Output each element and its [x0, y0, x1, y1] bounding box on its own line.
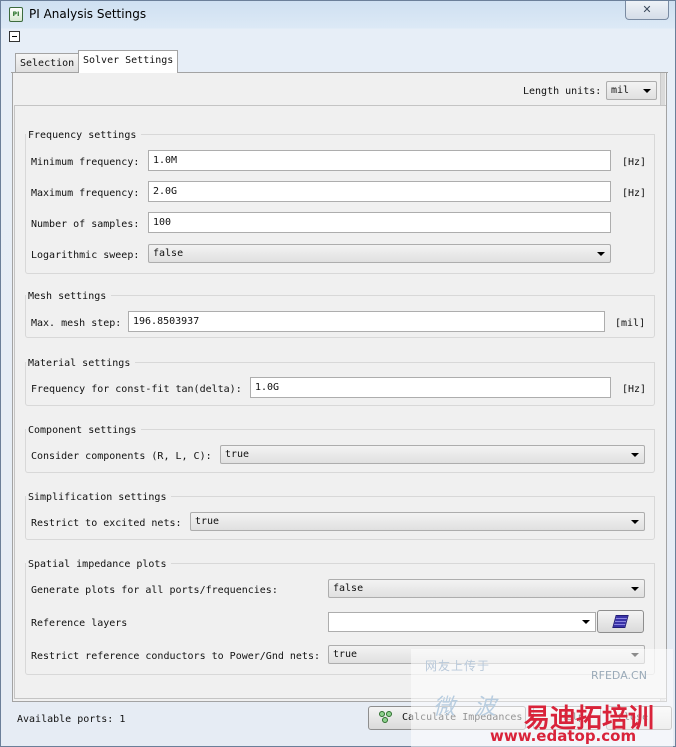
close-button[interactable]: Close: [606, 706, 672, 730]
const-fit-frequency-unit: [Hz]: [622, 384, 647, 395]
consider-components-select[interactable]: true: [220, 445, 645, 464]
max-frequency-label: Maximum frequency:: [31, 188, 140, 199]
restrict-excited-nets-select[interactable]: true: [190, 512, 645, 531]
title-bar[interactable]: PI PI Analysis Settings ✕: [1, 1, 675, 28]
reference-layers-select[interactable]: [328, 612, 596, 632]
dialog-window: PI PI Analysis Settings ✕ Selection Solv…: [0, 0, 676, 747]
material-settings-title: Material settings: [28, 358, 134, 369]
spatial-impedance-plots-title: Spatial impedance plots: [28, 559, 170, 570]
collapse-icon[interactable]: [9, 31, 20, 42]
select-layers-button[interactable]: [597, 610, 644, 633]
chevron-down-icon: [582, 620, 590, 624]
help-button[interactable]: Help: [533, 706, 601, 730]
consider-components-value: true: [225, 449, 250, 460]
length-units-value: mil: [611, 85, 630, 96]
restrict-excited-nets-value: true: [195, 516, 220, 527]
min-frequency-label: Minimum frequency:: [31, 157, 140, 168]
frequency-settings-title: Frequency settings: [28, 130, 140, 141]
tab-selection[interactable]: Selection: [15, 53, 80, 74]
simplification-settings-title: Simplification settings: [28, 492, 170, 503]
chevron-down-icon: [597, 252, 605, 256]
max-frequency-input[interactable]: 2.0G: [148, 181, 611, 202]
max-mesh-step-input[interactable]: 196.8503937: [128, 311, 605, 332]
const-fit-frequency-label: Frequency for const-fit tan(delta):: [31, 384, 242, 395]
number-of-samples-label: Number of samples:: [31, 219, 140, 230]
restrict-excited-nets-label: Restrict to excited nets:: [31, 518, 182, 529]
close-label: Close: [618, 712, 649, 723]
restrict-reference-select[interactable]: true: [328, 645, 645, 664]
length-units-label: Length units:: [523, 86, 602, 97]
close-icon: ✕: [642, 3, 652, 16]
close-window-button[interactable]: ✕: [625, 1, 669, 20]
calculate-impedances-label: Calculate Impedances: [402, 712, 523, 723]
min-frequency-unit: [Hz]: [622, 157, 647, 168]
generate-plots-label: Generate plots for all ports/frequencies…: [31, 585, 278, 596]
chevron-down-icon: [631, 653, 639, 657]
calculate-icon: [379, 711, 395, 725]
tab-selection-label: Selection: [20, 58, 75, 69]
app-icon: PI: [9, 7, 23, 22]
layers-icon: [612, 615, 629, 628]
logarithmic-sweep-label: Logarithmic sweep:: [31, 250, 140, 261]
component-settings-title: Component settings: [28, 425, 140, 436]
max-frequency-unit: [Hz]: [622, 188, 647, 199]
group-border: [141, 429, 655, 430]
chevron-down-icon: [643, 89, 651, 93]
max-mesh-step-label: Max. mesh step:: [31, 318, 122, 329]
const-fit-frequency-input[interactable]: 1.0G: [250, 377, 611, 398]
restrict-reference-value: true: [333, 649, 358, 660]
reference-layers-label: Reference layers: [31, 618, 128, 629]
logarithmic-sweep-select[interactable]: false: [148, 244, 611, 263]
chevron-down-icon: [631, 520, 639, 524]
length-units-select[interactable]: mil: [606, 81, 657, 100]
chevron-down-icon: [631, 587, 639, 591]
restrict-reference-label: Restrict reference conductors to Power/G…: [31, 651, 320, 662]
logarithmic-sweep-value: false: [153, 248, 184, 259]
generate-plots-select[interactable]: false: [328, 579, 645, 598]
number-of-samples-input[interactable]: 100: [148, 212, 611, 233]
group-border: [135, 362, 655, 363]
help-label: Help: [560, 712, 585, 723]
group-border: [171, 496, 655, 497]
consider-components-label: Consider components (R, L, C):: [31, 451, 212, 462]
group-border: [141, 134, 655, 135]
min-frequency-input[interactable]: 1.0M: [148, 150, 611, 171]
mesh-settings-title: Mesh settings: [28, 291, 110, 302]
tab-solver-settings-label: Solver Settings: [83, 55, 174, 66]
generate-plots-value: false: [333, 583, 364, 594]
group-border: [171, 563, 655, 564]
group-border: [111, 295, 655, 296]
max-mesh-step-unit: [mil]: [615, 318, 646, 329]
calculate-impedances-button[interactable]: Calculate Impedances: [368, 706, 526, 730]
chevron-down-icon: [631, 453, 639, 457]
tab-solver-settings[interactable]: Solver Settings: [78, 50, 179, 73]
window-title: PI Analysis Settings: [29, 7, 147, 21]
available-ports-status: Available ports: 1: [17, 714, 126, 725]
